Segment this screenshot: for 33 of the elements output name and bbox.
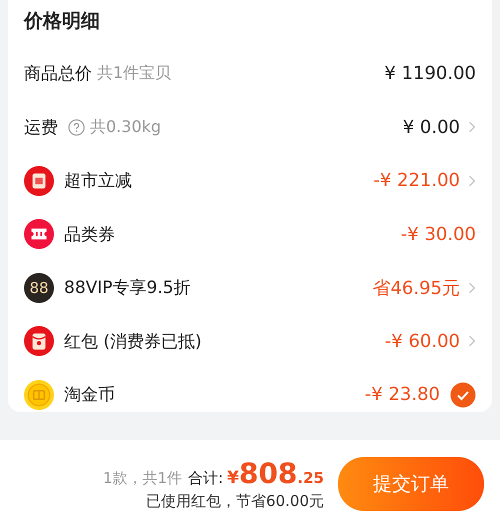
chevron-right-icon[interactable] bbox=[468, 334, 476, 348]
row-label: 淘金币 bbox=[64, 384, 115, 406]
row-amount: ¥ 1190.00 bbox=[384, 63, 476, 84]
row-label: 88VIP专享9.5折 bbox=[64, 277, 191, 300]
discount-tag-icon bbox=[24, 166, 54, 196]
total-price: ¥808.25 bbox=[227, 457, 324, 490]
total-label: 合计: bbox=[188, 469, 224, 488]
chevron-right-icon[interactable] bbox=[468, 120, 476, 134]
row-amount: 省46.95元 bbox=[372, 276, 460, 300]
row-amount: -¥ 23.80 bbox=[364, 384, 440, 406]
submit-order-button[interactable]: 提交订单 bbox=[338, 457, 484, 511]
vip-badge-icon: 88 bbox=[24, 272, 54, 303]
section-title: 价格明细 bbox=[24, 9, 101, 34]
item-count: 1款，共1件 bbox=[102, 469, 182, 488]
chevron-right-icon[interactable] bbox=[468, 280, 476, 295]
row-label: 品类券 bbox=[64, 224, 115, 246]
row-note: 共0.30kg bbox=[90, 116, 162, 138]
help-icon[interactable] bbox=[68, 118, 85, 136]
row-amount: -¥ 60.00 bbox=[384, 330, 460, 352]
row-note: 共1件宝贝 bbox=[97, 63, 172, 84]
row-amount: ¥ 0.00 bbox=[402, 116, 460, 138]
savings-text: 已使用红包，节省60.00元 bbox=[146, 492, 324, 511]
row-amount: -¥ 221.00 bbox=[373, 170, 460, 192]
chevron-right-icon[interactable] bbox=[468, 174, 476, 188]
row-label: 商品总价 bbox=[24, 63, 92, 86]
coin-icon bbox=[24, 380, 54, 410]
ticket-icon bbox=[24, 219, 54, 250]
row-label: 运费 bbox=[24, 116, 58, 139]
envelope-icon bbox=[24, 326, 54, 356]
row-amount: -¥ 30.00 bbox=[400, 224, 476, 245]
row-label: 红包 (消费券已抵) bbox=[64, 330, 202, 353]
checkbox[interactable] bbox=[450, 382, 476, 408]
row-label: 超市立减 bbox=[64, 170, 132, 192]
